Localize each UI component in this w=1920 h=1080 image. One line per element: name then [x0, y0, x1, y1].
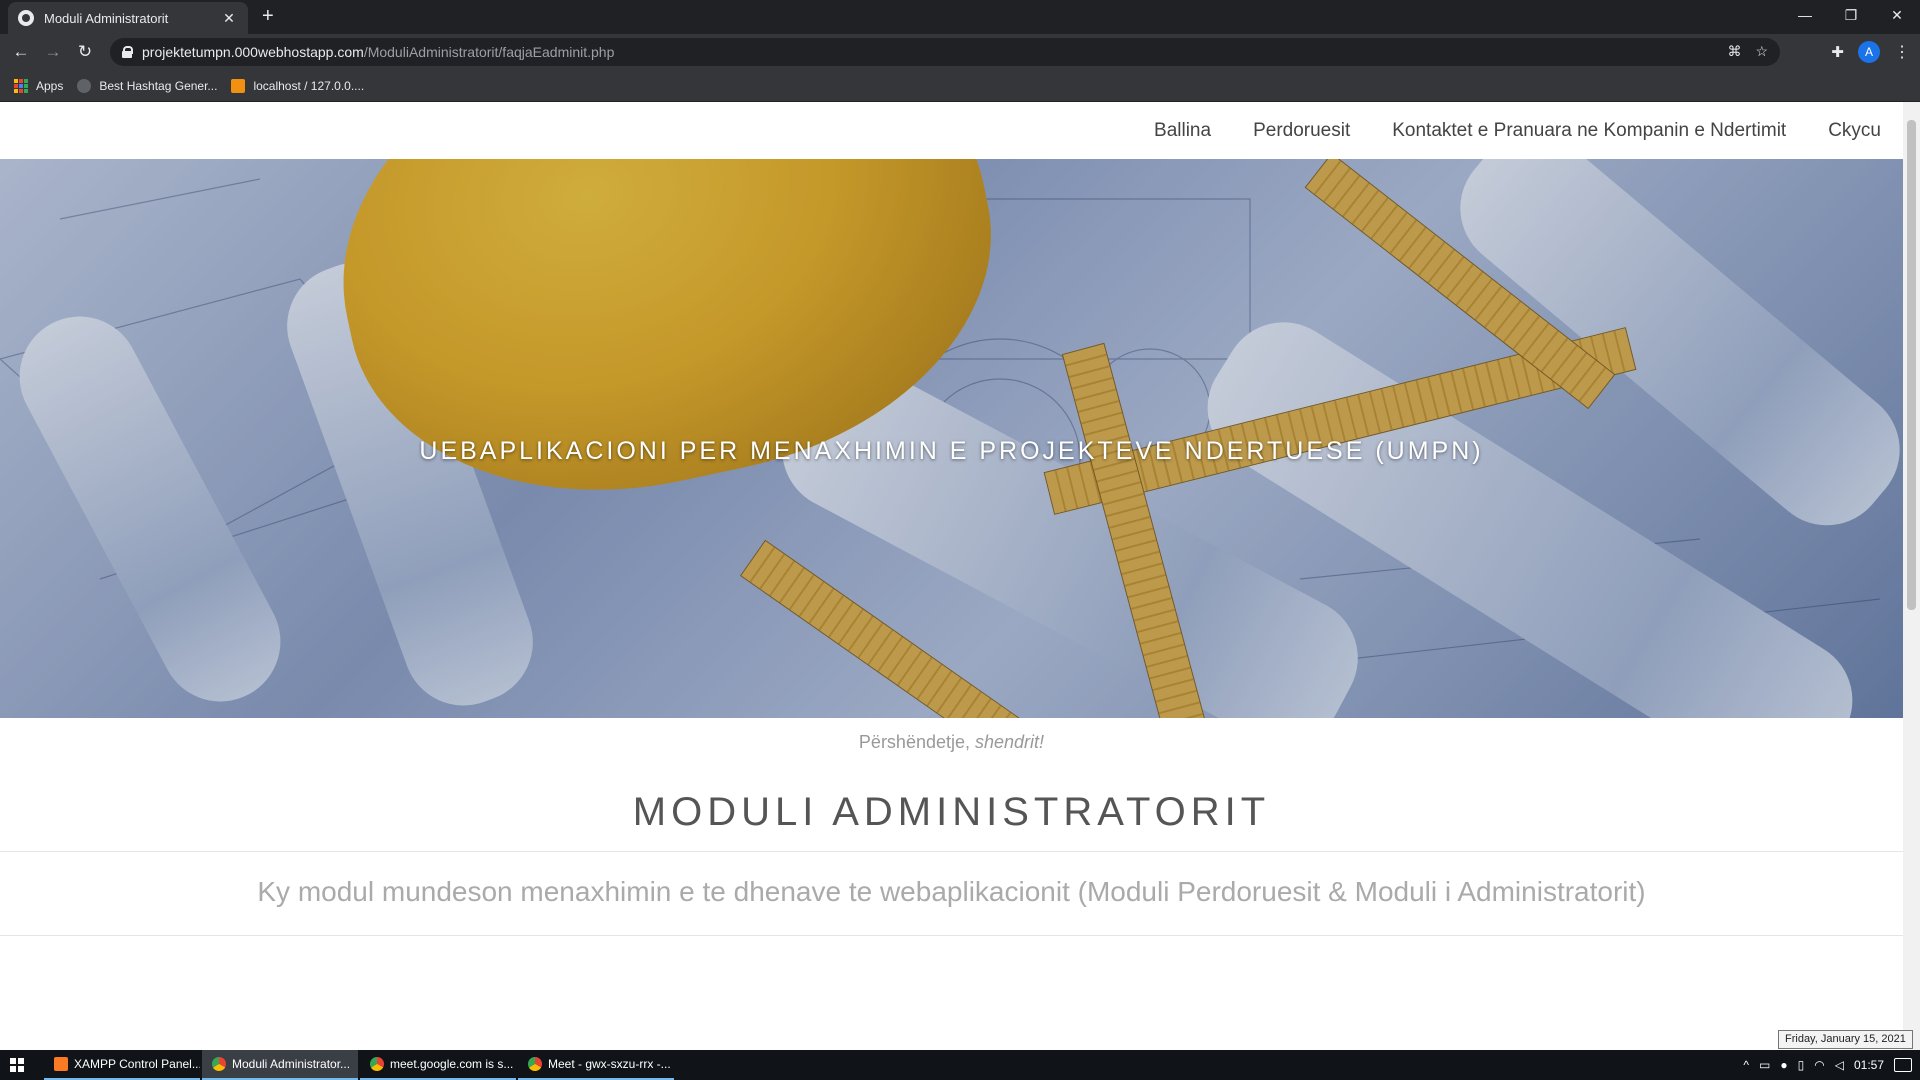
bookmark-label: localhost / 127.0.0....: [253, 78, 365, 93]
windows-taskbar: XAMPP Control Panel... Moduli Administra…: [0, 1050, 1920, 1080]
taskbar-item-meet-google[interactable]: meet.google.com is s...: [360, 1050, 516, 1080]
url-host: projektetumpn.000webhostapp.com: [142, 44, 364, 60]
tab-title: Moduli Administratorit: [44, 10, 169, 26]
bookmark-apps[interactable]: Apps: [14, 78, 64, 93]
windows-logo-icon: [10, 1058, 24, 1072]
taskbar-item-moduli-administratorit[interactable]: Moduli Administrator...: [202, 1050, 358, 1080]
bookmark-label: Best Hashtag Gener...: [99, 78, 218, 93]
date-tooltip: Friday, January 15, 2021: [1778, 1030, 1913, 1049]
browser-tab-strip: Moduli Administratorit ✕ + — ❐ ✕: [0, 0, 1920, 34]
profile-avatar[interactable]: A: [1858, 41, 1880, 63]
forward-arrow-icon[interactable]: →: [42, 41, 64, 63]
wifi-icon[interactable]: ◠: [1814, 1058, 1824, 1072]
notifications-icon[interactable]: [1894, 1058, 1912, 1072]
greeting-prefix: Përshëndetje,: [858, 732, 970, 752]
taskbar-item-label: XAMPP Control Panel...: [74, 1057, 200, 1071]
nav-link-ckycu[interactable]: Ckycu: [1828, 120, 1881, 142]
apps-grid-icon: [14, 78, 28, 93]
tab-close-icon[interactable]: ✕: [220, 10, 238, 27]
bookmark-star-icon[interactable]: ☆: [1755, 43, 1768, 60]
scrollbar-thumb[interactable]: [1907, 120, 1916, 610]
greeting-text: Përshëndetje, shendrit!: [0, 732, 1903, 753]
nav-link-ballina[interactable]: Ballina: [1154, 120, 1211, 142]
web-page: Ballina Perdoruesit Kontaktet e Pranuara…: [0, 102, 1903, 1050]
browser-menu-icon[interactable]: ⋮: [1894, 42, 1910, 62]
bookmark-label: Apps: [36, 78, 64, 93]
bookmark-localhost[interactable]: localhost / 127.0.0....: [231, 78, 365, 93]
clock[interactable]: 01:57: [1854, 1058, 1884, 1072]
divider: [0, 935, 1903, 936]
hashtag-icon: [77, 78, 92, 93]
volume-icon[interactable]: ◁: [1835, 1058, 1844, 1072]
site-favicon-icon: [18, 10, 34, 26]
reload-icon[interactable]: ↻: [74, 41, 96, 63]
new-tab-icon[interactable]: +: [262, 6, 274, 26]
chrome-icon: [528, 1057, 542, 1071]
site-navigation: Ballina Perdoruesit Kontaktet e Pranuara…: [0, 102, 1903, 159]
page-scrollbar[interactable]: [1903, 102, 1920, 1050]
close-window-icon[interactable]: ✕: [1874, 0, 1920, 30]
taskbar-item-label: Meet - gwx-sxzu-rrx -...: [548, 1057, 671, 1071]
translate-icon[interactable]: ⌘: [1727, 43, 1741, 60]
battery-icon[interactable]: ▯: [1798, 1058, 1805, 1072]
meet-now-icon[interactable]: ▭: [1759, 1058, 1770, 1072]
hero-banner: UEBAPLIKACIONI PER MENAXHIMIN E PROJEKTE…: [0, 159, 1903, 718]
extensions-puzzle-icon[interactable]: ✚: [1831, 43, 1844, 61]
nav-link-perdoruesit[interactable]: Perdoruesit: [1253, 120, 1350, 142]
bookmark-hashtag-generator[interactable]: Best Hashtag Gener...: [77, 78, 218, 93]
microphone-icon[interactable]: ●: [1780, 1058, 1787, 1072]
chrome-icon: [370, 1057, 384, 1071]
start-button[interactable]: [0, 1050, 34, 1080]
taskbar-item-xampp[interactable]: XAMPP Control Panel...: [44, 1050, 200, 1080]
taskbar-item-label: meet.google.com is s...: [390, 1057, 514, 1071]
phpmyadmin-icon: [231, 78, 246, 93]
module-description: Ky modul mundeson menaxhimin e te dhenav…: [257, 876, 1646, 907]
greeting-username: shendrit!: [975, 732, 1045, 752]
taskbar-item-meet[interactable]: Meet - gwx-sxzu-rrx -...: [518, 1050, 674, 1080]
page-title: MODULI ADMINISTRATORIT: [632, 790, 1271, 834]
bookmarks-bar: Apps Best Hashtag Gener... localhost / 1…: [0, 70, 1920, 102]
minimize-icon[interactable]: —: [1782, 0, 1828, 30]
divider: [0, 851, 1903, 852]
restore-icon[interactable]: ❐: [1828, 0, 1874, 30]
browser-toolbar: ← → ↻ projektetumpn.000webhostapp.com/Mo…: [0, 34, 1920, 70]
chrome-icon: [212, 1057, 226, 1071]
chevron-up-icon[interactable]: ^: [1743, 1058, 1749, 1072]
xampp-icon: [54, 1057, 68, 1071]
back-arrow-icon[interactable]: ←: [10, 41, 32, 63]
browser-tab[interactable]: Moduli Administratorit ✕: [8, 2, 248, 34]
system-tray: ^ ▭ ● ▯ ◠ ◁ 01:57: [1743, 1058, 1920, 1072]
window-controls: — ❐ ✕: [1782, 0, 1920, 30]
nav-link-kontaktet[interactable]: Kontaktet e Pranuara ne Kompanin e Ndert…: [1392, 120, 1786, 142]
taskbar-item-label: Moduli Administrator...: [232, 1057, 351, 1071]
address-bar[interactable]: projektetumpn.000webhostapp.com/ModuliAd…: [110, 38, 1780, 66]
url-path: /ModuliAdministratorit/faqjaEadminit.php: [363, 44, 615, 60]
hero-title: UEBAPLIKACIONI PER MENAXHIMIN E PROJEKTE…: [419, 437, 1484, 465]
lock-icon[interactable]: [122, 46, 133, 58]
